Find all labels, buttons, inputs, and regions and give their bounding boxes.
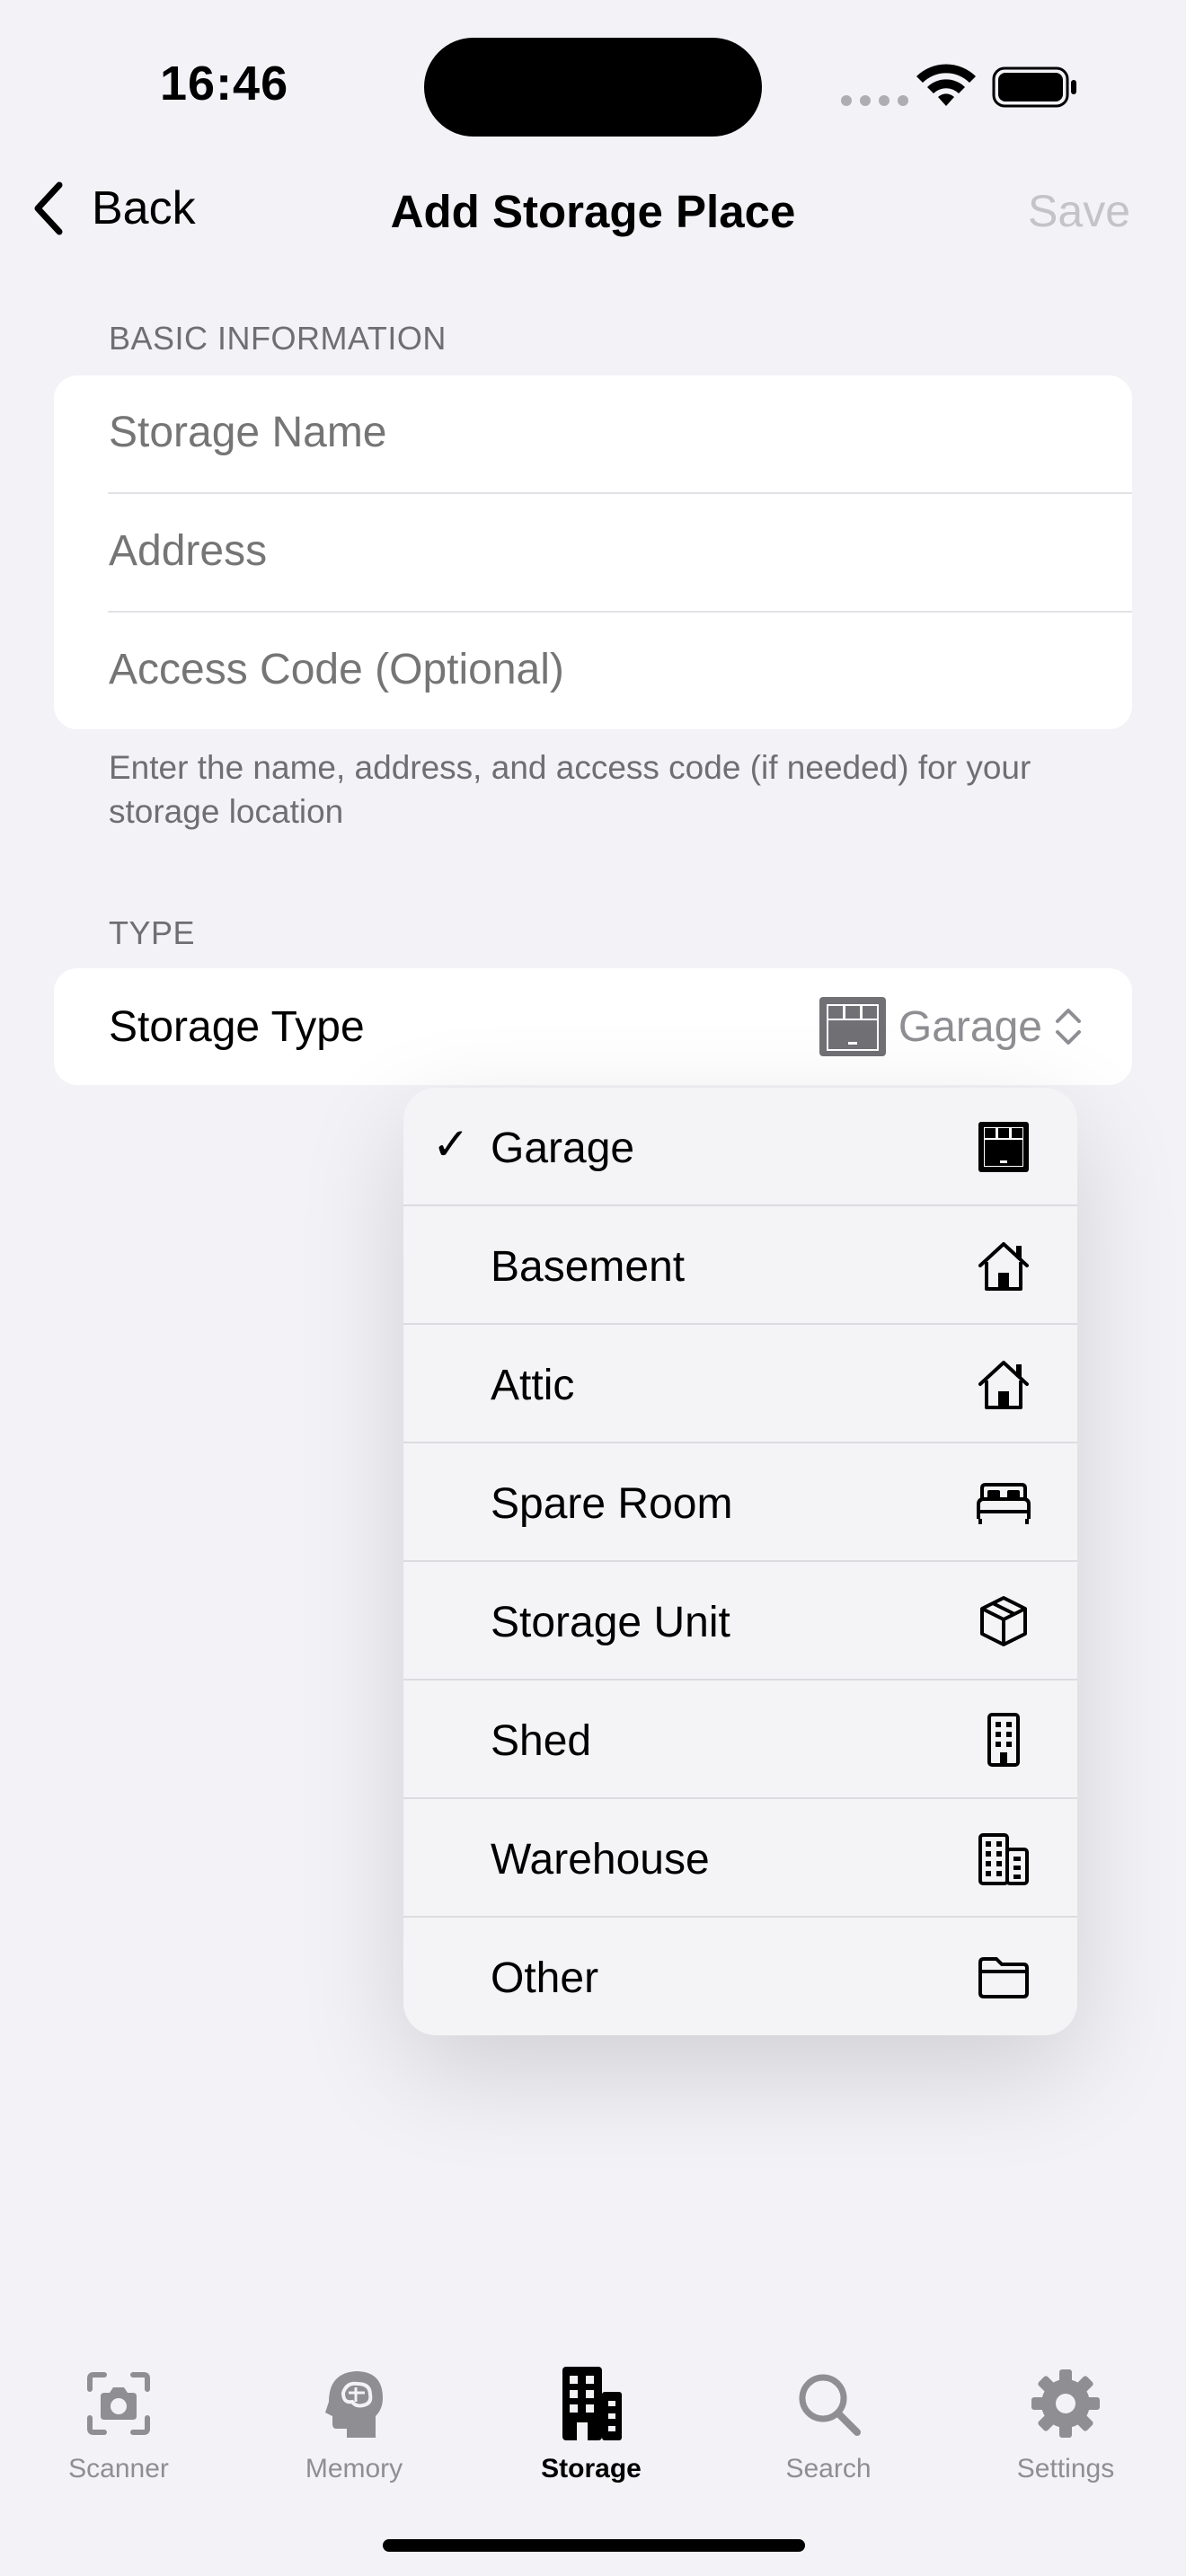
gear-icon [1031, 2369, 1100, 2438]
menu-item-spare-room[interactable]: Spare Room [403, 1443, 1077, 1562]
building-icon [562, 2367, 622, 2440]
wifi-icon [916, 64, 976, 106]
garage-icon [819, 997, 886, 1056]
dynamic-island [424, 38, 762, 137]
brain-head-icon [325, 2371, 383, 2438]
divider [108, 492, 1132, 494]
section-header-basic-information: BASIC INFORMATION [109, 320, 447, 357]
storage-type-selected: Garage [898, 1002, 1042, 1051]
storage-type-picker-row[interactable]: Storage Type Garage [54, 968, 1132, 1085]
address-field[interactable] [109, 526, 1097, 576]
tab-label: Memory [305, 2454, 403, 2483]
section-header-type: TYPE [109, 914, 196, 951]
building-icon [987, 1713, 1020, 1767]
menu-item-basement[interactable]: Basement [403, 1206, 1077, 1325]
tab-label: Storage [541, 2454, 642, 2483]
bed-icon [977, 1483, 1031, 1524]
menu-item-label: Shed [491, 1717, 592, 1765]
menu-item-label: Warehouse [491, 1836, 710, 1883]
menu-item-other[interactable]: Other [403, 1918, 1077, 2036]
basic-info-card [54, 375, 1132, 729]
cellular-signal-icon [841, 95, 908, 106]
folder-icon [978, 1957, 1029, 1998]
menu-item-storage-unit[interactable]: Storage Unit [403, 1562, 1077, 1681]
tab-storage[interactable]: Storage [501, 2362, 681, 2484]
access-code-field[interactable] [109, 645, 1097, 694]
menu-item-label: Basement [491, 1243, 686, 1291]
buildings-icon [978, 1833, 1029, 1885]
home-indicator [383, 2539, 805, 2552]
tab-scanner[interactable]: Scanner [29, 2362, 208, 2484]
menu-item-garage[interactable]: ✓ Garage [403, 1088, 1077, 1206]
menu-item-label: Other [491, 1954, 599, 2002]
menu-item-label: Attic [491, 1362, 575, 1409]
basic-info-footer: Enter the name, address, and access code… [109, 749, 1031, 830]
box-icon [980, 1596, 1027, 1646]
tab-settings[interactable]: Settings [976, 2362, 1155, 2484]
menu-item-attic[interactable]: Attic [403, 1325, 1077, 1443]
menu-item-label: Storage Unit [491, 1599, 730, 1646]
storage-name-field[interactable] [109, 408, 1097, 457]
storage-type-value[interactable]: Garage [818, 995, 1084, 1058]
page-title: Add Storage Place [390, 186, 796, 237]
menu-item-shed[interactable]: Shed [403, 1681, 1077, 1799]
tab-memory[interactable]: Memory [264, 2362, 444, 2484]
tab-label: Search [785, 2454, 872, 2483]
tab-label: Settings [1016, 2454, 1115, 2483]
tab-search[interactable]: Search [739, 2362, 918, 2484]
house-icon [978, 1242, 1029, 1291]
status-time: 16:46 [160, 57, 289, 110]
storage-type-label: Storage Type [109, 1003, 365, 1051]
menu-item-label: Spare Room [491, 1480, 733, 1528]
house-icon [978, 1361, 1029, 1409]
checkmark-icon: ✓ [432, 1119, 470, 1169]
garage-icon [978, 1122, 1029, 1172]
menu-item-label: Garage [491, 1125, 635, 1172]
menu-item-warehouse[interactable]: Warehouse [403, 1799, 1077, 1918]
save-button[interactable]: Save [1028, 185, 1130, 237]
divider [108, 611, 1132, 613]
search-icon [799, 2374, 861, 2436]
camera-icon [87, 2372, 150, 2435]
tab-label: Scanner [68, 2454, 169, 2483]
chevron-up-down-icon [1056, 1009, 1081, 1045]
storage-type-menu: ✓ Garage Basement Attic Spare Room Stora… [403, 1088, 1077, 2035]
battery-icon [992, 66, 1076, 108]
